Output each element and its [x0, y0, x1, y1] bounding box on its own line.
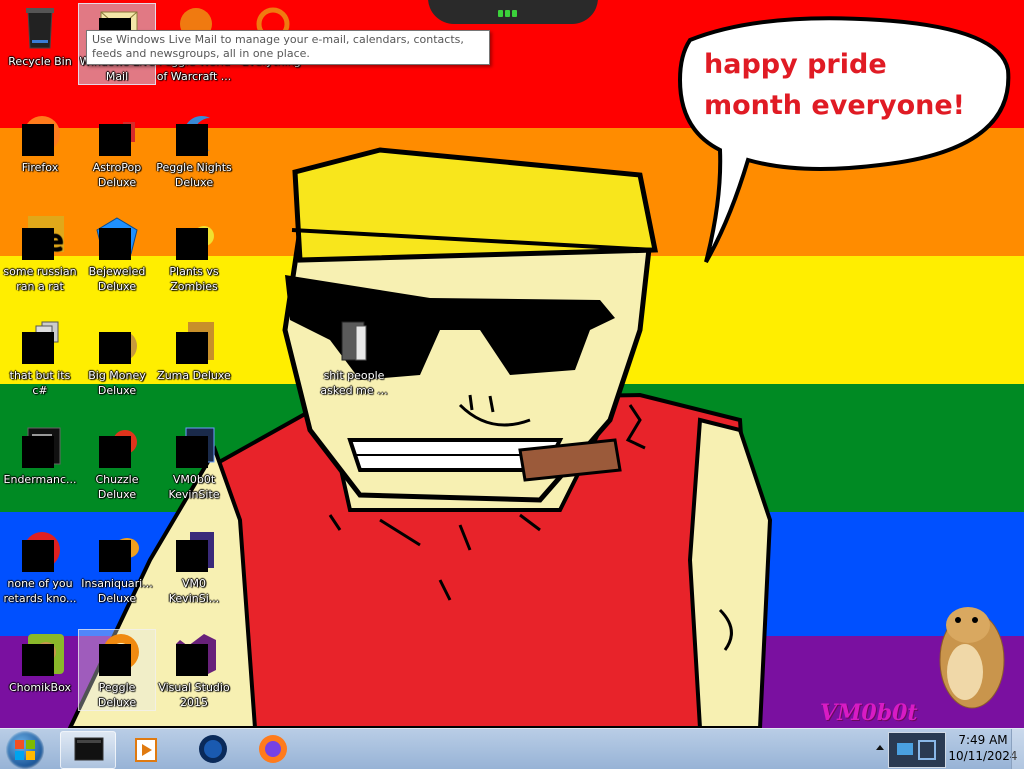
peggle-nights-icon [170, 110, 218, 158]
icon-label: Plants vs Zombies [169, 265, 219, 293]
taskbar-terminal-button[interactable] [60, 731, 116, 769]
show-desktop-button[interactable] [1011, 729, 1024, 769]
folder-icon [330, 318, 378, 366]
desktop-icon-big-money[interactable]: Big Money Deluxe [79, 318, 155, 398]
desktop-icon-recycle-bin[interactable]: Recycle Bin [2, 4, 78, 69]
icon-label: Insaniquari... Deluxe [81, 577, 153, 605]
icon-label: Chuzzle Deluxe [95, 473, 139, 501]
desktop-icon-visual-studio[interactable]: Visual Studio 2015 [156, 630, 232, 710]
icon-label: AstroPop Deluxe [92, 161, 142, 189]
icon-label: Big Money Deluxe [88, 369, 146, 397]
astropop-icon [93, 110, 141, 158]
icon-tooltip: Use Windows Live Mail to manage your e-m… [86, 30, 490, 65]
icon-label: Firefox [21, 161, 59, 174]
desktop-icon-endermanch[interactable]: Endermanc... [2, 422, 78, 487]
big-money-icon [93, 318, 141, 366]
plants-vs-zombies-icon [170, 214, 218, 262]
firefox-icon [16, 110, 64, 158]
firefox-icon [259, 735, 287, 763]
desktop-icon-rat[interactable]: e some russian ran a rat [2, 214, 78, 294]
speech-bubble-text: happy pride month everyone! [704, 49, 965, 121]
terminal-app-icon [74, 737, 104, 761]
desktop-icon-insaniquarium[interactable]: Insaniquari... Deluxe [79, 526, 155, 606]
media-player-icon [135, 738, 157, 762]
shortcut-stack-icon [16, 318, 64, 366]
taskbar-globe-button[interactable] [186, 731, 240, 767]
desktop-icon-astropop[interactable]: AstroPop Deluxe [79, 110, 155, 190]
desktop-icon-peggle-nights[interactable]: Peggle Nights Deluxe [156, 110, 232, 190]
globe-app-icon [199, 735, 227, 763]
taskbar-media-player-button[interactable] [120, 731, 174, 767]
vmbot-kevinsite-icon [170, 422, 218, 470]
endermanch-icon [16, 422, 64, 470]
chomikbox-icon [16, 630, 64, 678]
desktop-icon-peggle-deluxe[interactable]: Peggle Deluxe [78, 629, 156, 711]
desktop-icon-chomikbox[interactable]: ChomikBox [2, 630, 78, 695]
icon-label: Endermanc... [3, 473, 77, 486]
icon-label: Peggle Nights Deluxe [156, 161, 232, 189]
icon-label: VM0 KevinSi... [168, 577, 220, 605]
icon-label: some russian ran a rat [3, 265, 77, 293]
icon-label: none of you retards kno... [3, 577, 77, 605]
start-button[interactable] [6, 731, 44, 769]
chuzzle-icon [93, 422, 141, 470]
icon-label: Bejeweled Deluxe [88, 265, 146, 293]
icon-label: VM0b0t KevinSite [168, 473, 220, 501]
desktop-icon-that-but-its-csharp[interactable]: that but its c# [2, 318, 78, 398]
icon-label: Recycle Bin [8, 55, 72, 68]
icon-label: Visual Studio 2015 [158, 681, 230, 709]
tray-icons-area[interactable] [888, 732, 946, 768]
show-hidden-icons-arrow-icon[interactable] [876, 745, 884, 750]
bejeweled-icon [93, 214, 141, 262]
icon-label: Peggle Deluxe [97, 681, 137, 709]
recycle-bin-icon [16, 4, 64, 52]
icon-label: shit people asked me ... [320, 369, 388, 397]
icon-label: Zuma Deluxe [157, 369, 231, 382]
insaniquarium-icon [93, 526, 141, 574]
desktop-icon-plants-vs-zombies[interactable]: Plants vs Zombies [156, 214, 232, 294]
desktop-icon-chuzzle[interactable]: Chuzzle Deluxe [79, 422, 155, 502]
windows-logo-icon [15, 740, 35, 760]
taskbar-firefox-button[interactable] [246, 731, 300, 767]
desktop-icon-folder[interactable]: shit people asked me ... [306, 318, 402, 398]
icon-label: that but its c# [9, 369, 71, 397]
peggle-deluxe-icon [93, 630, 141, 678]
zuma-icon [170, 318, 218, 366]
desktop-icon-bejeweled[interactable]: Bejeweled Deluxe [79, 214, 155, 294]
icon-label: ChomikBox [9, 681, 71, 694]
desktop-icon-vm0-kevinsite[interactable]: VM0 KevinSi... [156, 526, 232, 606]
desktop-icon-none-of-you[interactable]: none of you retards kno... [2, 526, 78, 606]
system-tray: 7:49 AM 10/11/2024 [864, 729, 1024, 769]
wallpaper-signature: VM0b0t [820, 700, 918, 726]
notch-indicator [498, 7, 528, 17]
desktop-icon-firefox[interactable]: Firefox [2, 110, 78, 175]
rat-icon: e [16, 214, 64, 262]
hamster-icon [939, 607, 1005, 709]
desktop-icon-vmbot-kevinsite[interactable]: VM0b0t KevinSite [156, 422, 232, 502]
visual-studio-icon [170, 630, 218, 678]
network-icon [897, 740, 936, 760]
red-ring-icon [16, 526, 64, 574]
vm0-kevinsite-icon [170, 526, 218, 574]
desktop-icon-zuma[interactable]: Zuma Deluxe [156, 318, 232, 383]
taskbar: 7:49 AM 10/11/2024 [0, 728, 1024, 769]
